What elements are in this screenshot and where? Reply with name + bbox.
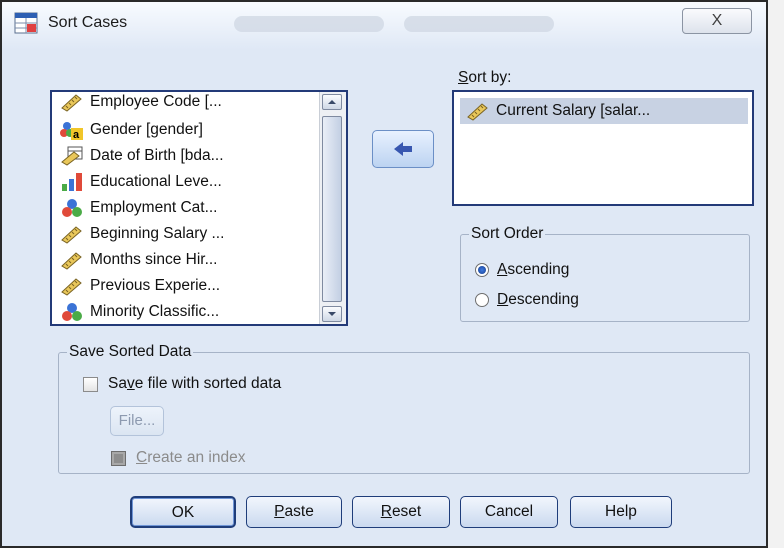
list-item[interactable]: Months since Hir... <box>60 248 218 272</box>
scroll-down-arrow-icon <box>328 312 336 316</box>
descending-radio[interactable]: Descending <box>475 291 579 309</box>
ordinal-bars-icon <box>62 173 82 191</box>
list-item[interactable]: Minority Classific... <box>60 300 219 324</box>
list-item-label: Educational Leve... <box>90 173 222 190</box>
list-item-label: Date of Birth [bda... <box>90 147 224 164</box>
sort-order-group: Sort Order Ascending Descending <box>460 225 750 322</box>
list-item-label: Current Salary [salar... <box>496 102 651 119</box>
list-item[interactable]: Date of Birth [bda... <box>60 144 224 168</box>
move-variable-button[interactable] <box>372 130 434 168</box>
help-button[interactable]: Help <box>570 496 672 528</box>
scroll-thumb[interactable] <box>322 116 342 302</box>
sort-cases-dialog: Sort Cases X Employee Code [... a Gender… <box>0 0 768 548</box>
cancel-button[interactable]: Cancel <box>460 496 558 528</box>
save-file-label: Save file with sorted data <box>108 375 282 392</box>
nominal-circles-icon <box>62 199 82 217</box>
date-ruler-icon <box>61 146 83 166</box>
create-index-label: Create an index <box>136 449 246 466</box>
list-item[interactable]: a Gender [gender] <box>60 118 203 142</box>
scale-ruler-icon <box>61 94 82 112</box>
list-item-label: Months since Hir... <box>90 251 218 268</box>
list-item-label: Employment Cat... <box>90 199 218 216</box>
ascending-label: Ascending <box>497 261 570 278</box>
scale-ruler-icon <box>467 103 488 121</box>
checkbox-unchecked-icon <box>83 376 98 392</box>
close-button[interactable]: X <box>682 8 752 34</box>
list-item-label: Beginning Salary ... <box>90 225 225 242</box>
scroll-down-button[interactable] <box>322 306 342 322</box>
list-item[interactable]: Employment Cat... <box>60 196 218 220</box>
file-button[interactable]: File... <box>110 406 164 436</box>
radio-checked-icon <box>475 263 489 277</box>
paste-button[interactable]: Paste <box>246 496 342 528</box>
scale-ruler-icon <box>61 226 82 244</box>
sort-cases-icon <box>14 12 38 34</box>
arrow-left-icon <box>394 142 412 156</box>
scroll-up-button[interactable] <box>322 94 342 110</box>
blurred-background-text <box>404 16 554 32</box>
variable-list-scrollbar[interactable] <box>319 92 346 324</box>
variable-list[interactable]: Employee Code [... a Gender [gender] Dat… <box>50 90 348 326</box>
selected-sort-variable[interactable]: Current Salary [salar... <box>460 98 748 124</box>
save-file-checkbox[interactable]: Save file with sorted data <box>83 375 281 393</box>
sort-by-label: Sort by: <box>458 69 512 86</box>
list-item[interactable]: Previous Experie... <box>60 274 220 298</box>
sort-by-list[interactable]: Current Salary [salar... <box>452 90 754 206</box>
descending-label: Descending <box>497 291 579 308</box>
scale-ruler-icon <box>61 252 82 270</box>
scroll-up-arrow-icon <box>328 100 336 104</box>
list-item-label: Minority Classific... <box>90 303 220 320</box>
save-sorted-data-legend: Save Sorted Data <box>67 343 194 361</box>
list-item-label: Previous Experie... <box>90 277 221 294</box>
checkbox-disabled-icon <box>111 450 126 466</box>
svg-text:a: a <box>73 129 80 140</box>
nominal-circles-icon <box>62 303 82 321</box>
sort-order-legend: Sort Order <box>469 225 546 243</box>
list-item-label: Employee Code [... <box>90 93 222 110</box>
list-item[interactable]: Educational Leve... <box>60 170 222 194</box>
list-item[interactable]: Beginning Salary ... <box>60 222 224 246</box>
create-index-checkbox[interactable]: Create an index <box>111 449 245 467</box>
ok-button[interactable]: OK <box>130 496 236 528</box>
dialog-title: Sort Cases <box>48 14 128 31</box>
list-item[interactable]: Employee Code [... <box>60 92 222 114</box>
title-bar[interactable]: Sort Cases X <box>2 2 766 50</box>
list-item-label: Gender [gender] <box>90 121 203 138</box>
scale-ruler-icon <box>61 278 82 296</box>
background-window-edge <box>768 0 784 548</box>
ascending-radio[interactable]: Ascending <box>475 261 569 279</box>
radio-unchecked-icon <box>475 293 489 307</box>
reset-button[interactable]: Reset <box>352 496 450 528</box>
nominal-string-icon: a <box>60 122 83 140</box>
blurred-background-text <box>234 16 384 32</box>
close-icon: X <box>711 12 723 29</box>
